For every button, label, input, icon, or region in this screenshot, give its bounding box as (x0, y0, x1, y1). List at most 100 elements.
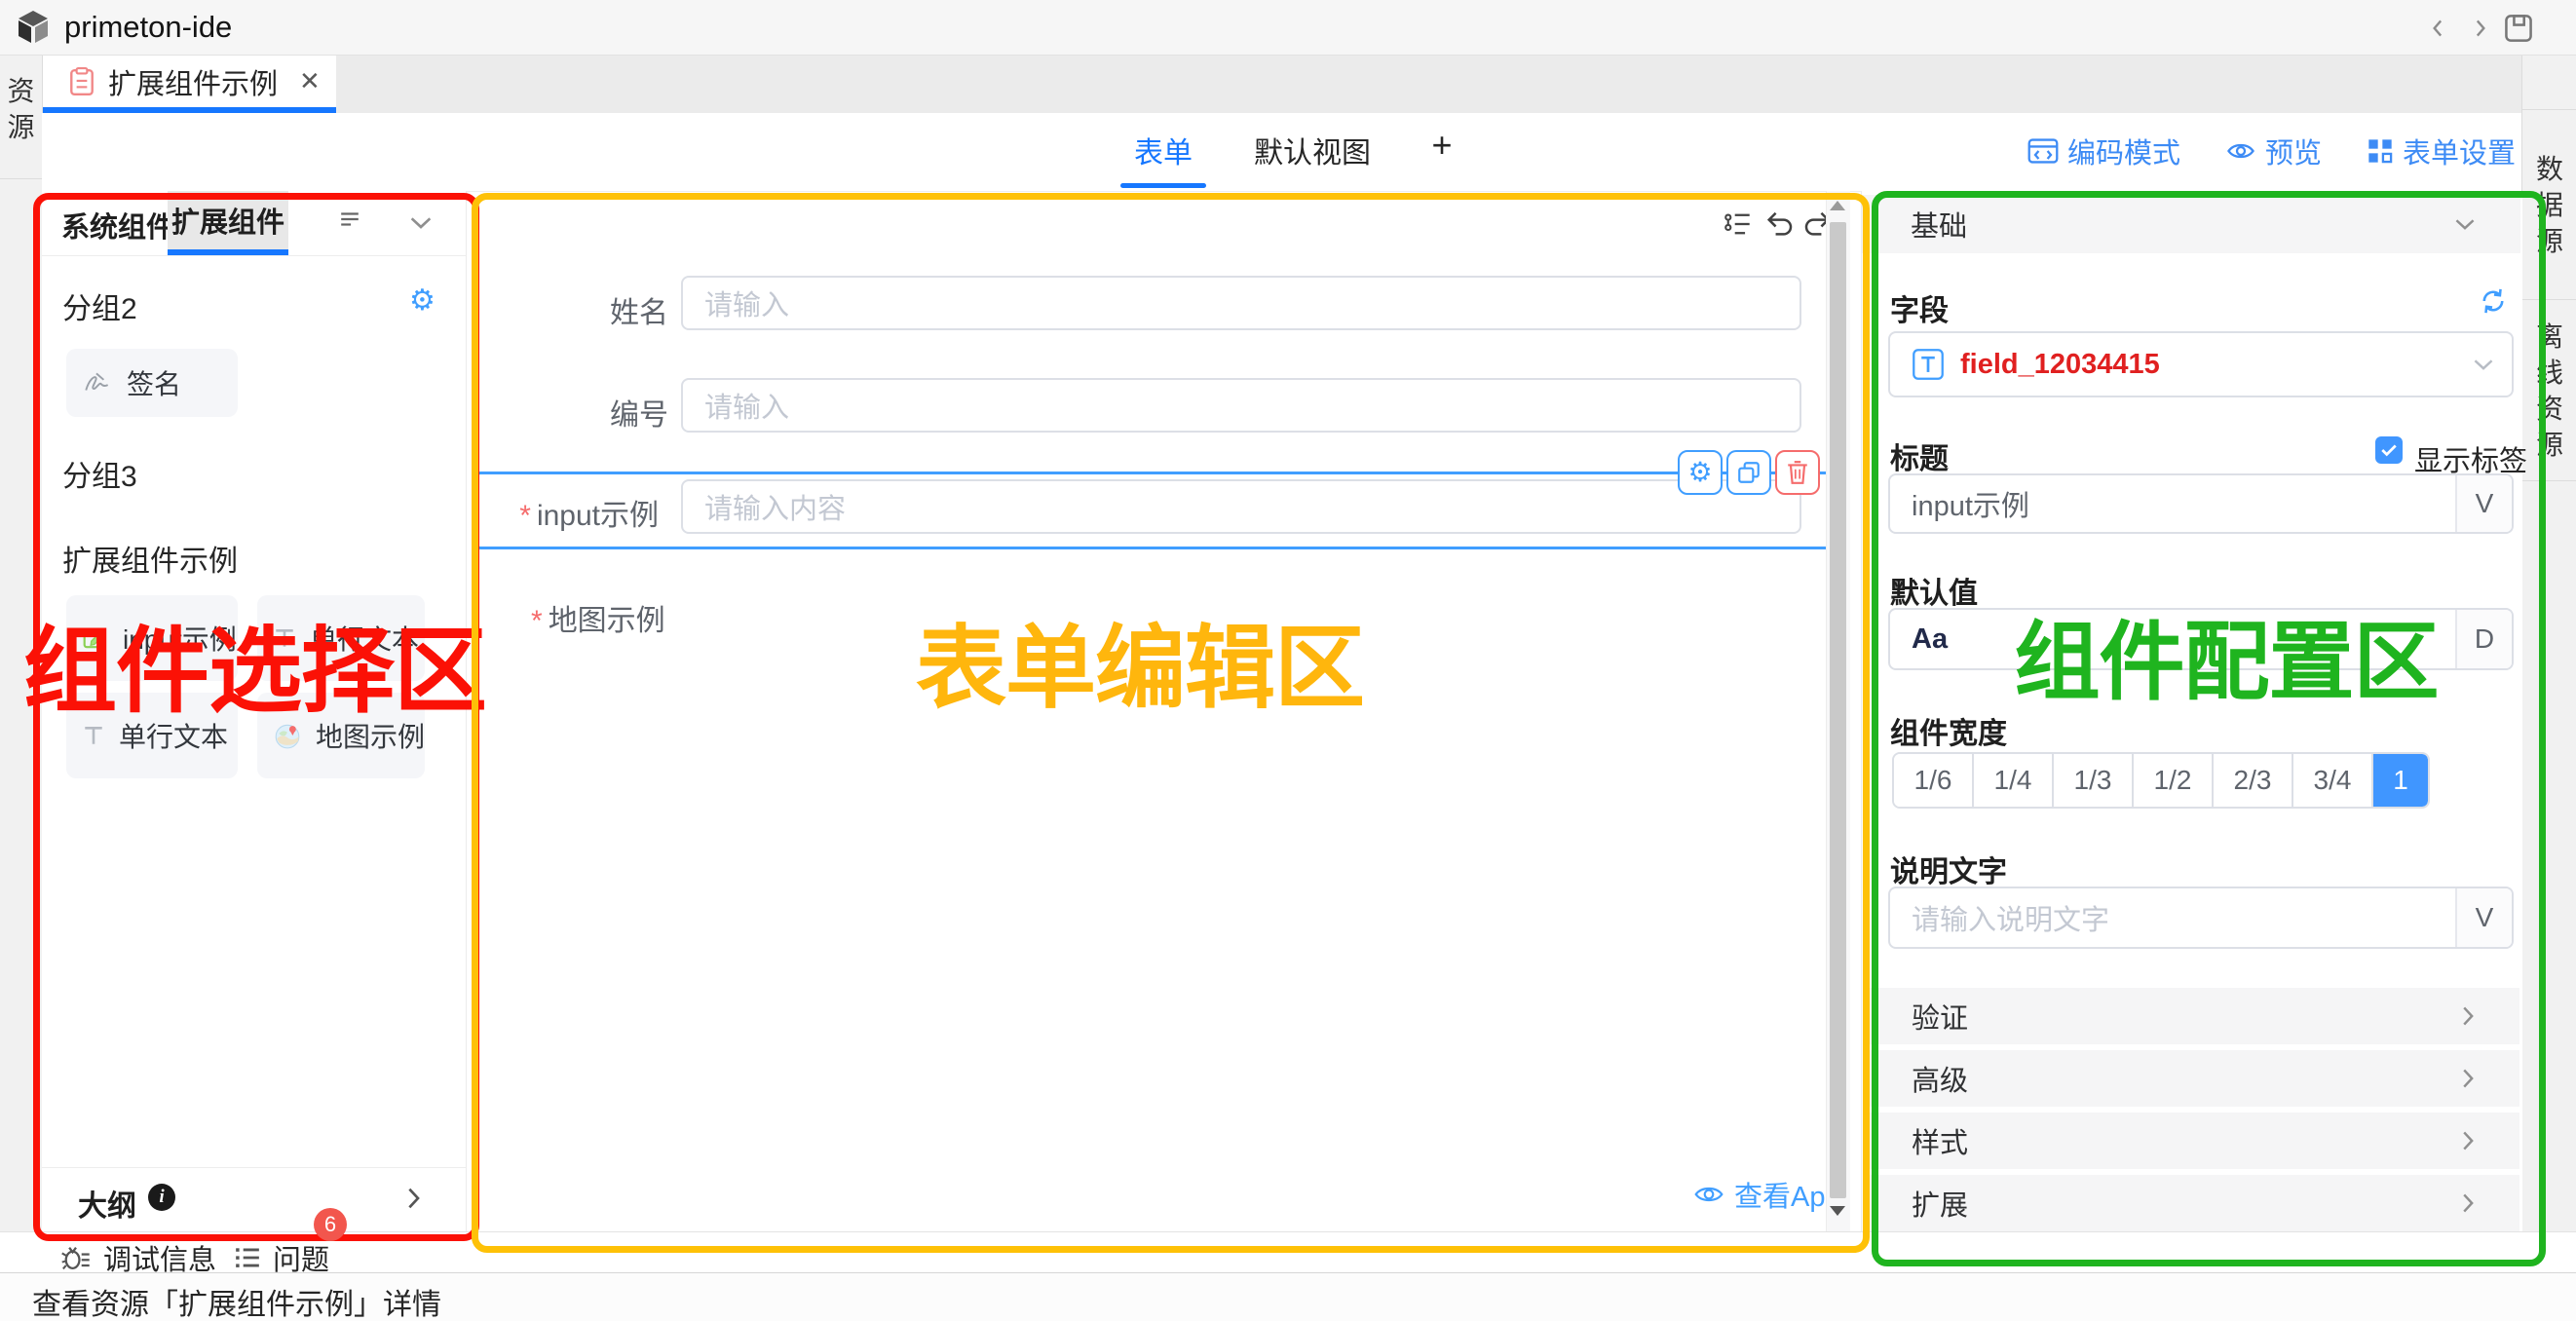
close-tab-icon[interactable]: ✕ (299, 66, 321, 96)
preview-button[interactable]: 预览 (2225, 131, 2322, 171)
section-basic-label: 基础 (1911, 204, 1967, 245)
scrollbar-thumb[interactable] (1830, 222, 1846, 1198)
width-option[interactable]: 2/3 (2214, 754, 2293, 807)
nav-forward-icon[interactable] (2463, 12, 2496, 45)
width-option[interactable]: 1/2 (2134, 754, 2214, 807)
component-item-label: 单行文本 (119, 716, 228, 755)
description-variable-button[interactable]: V (2455, 888, 2512, 947)
text-icon (273, 626, 296, 650)
width-option[interactable]: 1/3 (2054, 754, 2134, 807)
canvas-field-code-label[interactable]: 编号 (526, 391, 668, 434)
tab-default-view[interactable]: 默认视图 (1249, 129, 1376, 171)
outline-expand-chevron-icon[interactable] (407, 1187, 421, 1210)
panel-collapse-chevron-icon[interactable] (409, 216, 433, 230)
debug-bar (0, 1231, 2576, 1273)
tab-form[interactable]: 表单 (1126, 129, 1200, 171)
toolbar-actions: 编码模式 预览 表单设置 (2027, 131, 2516, 171)
primeton-ide-app: primeton-ide 扩展组件示例 ✕ 资源 数据源 离线资源 (0, 0, 2576, 1321)
preview-eye-icon (2225, 137, 2256, 165)
tab-extension-components[interactable]: 扩展组件 (168, 191, 288, 249)
outline-label[interactable]: 大纲 (78, 1182, 136, 1225)
canvas-field-name-label[interactable]: 姓名 (526, 288, 668, 331)
annotation-label-form-editor: 表单编辑区 (887, 622, 1393, 717)
title-variable-button[interactable]: V (2455, 475, 2512, 532)
tab-form-underline (1120, 183, 1206, 188)
rail-tab-resources[interactable]: 资源 (0, 73, 42, 179)
field-delete-button[interactable] (1775, 450, 1820, 495)
chevron-down-icon (2473, 333, 2512, 396)
list-icon (234, 1246, 261, 1269)
document-tab[interactable]: 扩展组件示例 ✕ (42, 56, 336, 107)
text-field-type-icon (1912, 348, 1945, 381)
code-mode-label: 编码模式 (2067, 131, 2180, 171)
chevron-right-icon (2462, 1192, 2475, 1214)
component-item-input-demo[interactable]: input示例 (66, 595, 238, 681)
left-rail: 资源 (0, 56, 43, 1231)
canvas-field-code-input[interactable]: 请输入 (681, 378, 1801, 433)
section-validation[interactable]: 验证 (1863, 988, 2519, 1044)
component-width-label: 组件宽度 (1890, 709, 2007, 752)
scrollbar-down-arrow[interactable] (1830, 1206, 1845, 1216)
bug-icon (60, 1243, 92, 1272)
width-option-selected[interactable]: 1 (2373, 754, 2428, 807)
add-view-tab-button[interactable]: + (1421, 125, 1463, 166)
canvas-field-input-input[interactable]: 请输入内容 (681, 479, 1801, 534)
default-value-input[interactable]: Aa D (1888, 608, 2514, 670)
canvas-field-name-placeholder: 请输入 (683, 283, 789, 323)
default-value-label: 默认值 (1890, 569, 1978, 612)
undo-icon[interactable] (1763, 208, 1795, 238)
scrollbar-up-arrow[interactable] (1830, 201, 1845, 210)
show-label-checkbox[interactable] (2375, 436, 2403, 464)
canvas-field-name-input[interactable]: 请输入 (681, 276, 1801, 330)
width-option[interactable]: 3/4 (2293, 754, 2373, 807)
component-item-single-line-text[interactable]: 单行文本 (257, 595, 425, 681)
width-option-group: 1/6 1/4 1/3 1/2 2/3 3/4 1 (1892, 752, 2430, 809)
nav-back-icon[interactable] (2422, 12, 2455, 45)
eye-icon (1693, 1183, 1724, 1206)
field-select-label: 字段 (1890, 286, 1949, 329)
app-logo-icon (14, 8, 53, 47)
save-icon[interactable] (2502, 12, 2535, 45)
group-settings-gear-icon[interactable]: ⚙ (409, 286, 436, 316)
outline-tree-icon[interactable] (1723, 210, 1752, 238)
tab-system-components[interactable]: 系统组件 (61, 205, 174, 245)
title-bar: primeton-ide (0, 0, 2576, 56)
view-api-link[interactable]: 查看Api (1693, 1174, 1832, 1215)
description-input[interactable]: 请输入说明文字 V (1888, 887, 2514, 949)
rail-spacer (2522, 56, 2576, 110)
width-option[interactable]: 1/6 (1894, 754, 1974, 807)
input-edit-icon (82, 624, 109, 652)
problems-count-badge: 6 (314, 1208, 347, 1241)
component-item-map-demo[interactable]: 地图示例 (257, 693, 425, 778)
component-group-title[interactable]: 扩展组件示例 (62, 537, 238, 580)
canvas-field-map-label[interactable]: *地图示例 (531, 596, 665, 639)
section-style[interactable]: 样式 (1863, 1113, 2519, 1169)
width-option[interactable]: 1/4 (1974, 754, 2054, 807)
section-basic[interactable]: 基础 (1862, 195, 2520, 253)
title-input[interactable]: input示例 V (1888, 473, 2514, 534)
section-advanced[interactable]: 高级 (1863, 1050, 2519, 1107)
component-item-signature[interactable]: 签名 (66, 349, 238, 417)
title-input-value: input示例 (1890, 475, 2455, 532)
panel-menu-icon[interactable] (339, 210, 360, 228)
description-placeholder: 请输入说明文字 (1890, 888, 2455, 947)
code-mode-icon (2027, 137, 2059, 165)
rail-tab-offline-resources[interactable]: 离线资源 (2522, 300, 2576, 481)
outline-info-icon[interactable]: i (148, 1184, 175, 1211)
default-dynamic-button[interactable]: D (2455, 610, 2512, 668)
section-extension[interactable]: 扩展 (1863, 1175, 2519, 1231)
field-select[interactable]: field_12034415 (1888, 331, 2514, 397)
code-mode-button[interactable]: 编码模式 (2027, 131, 2180, 171)
field-copy-button[interactable] (1726, 450, 1771, 495)
component-group-title[interactable]: 分组2 (62, 284, 137, 327)
rail-tab-datasource[interactable]: 数据源 (2522, 110, 2576, 300)
refresh-icon[interactable] (2479, 286, 2508, 316)
component-item-single-line-text[interactable]: 单行文本 (66, 693, 238, 778)
component-group-title[interactable]: 分组3 (62, 452, 137, 495)
map-icon (273, 721, 302, 750)
chevron-right-icon (2462, 1130, 2475, 1151)
form-settings-button[interactable]: 表单设置 (2367, 131, 2516, 171)
preview-label: 预览 (2265, 131, 2322, 171)
field-settings-button[interactable]: ⚙ (1678, 450, 1723, 495)
title-field-label: 标题 (1890, 434, 1949, 477)
